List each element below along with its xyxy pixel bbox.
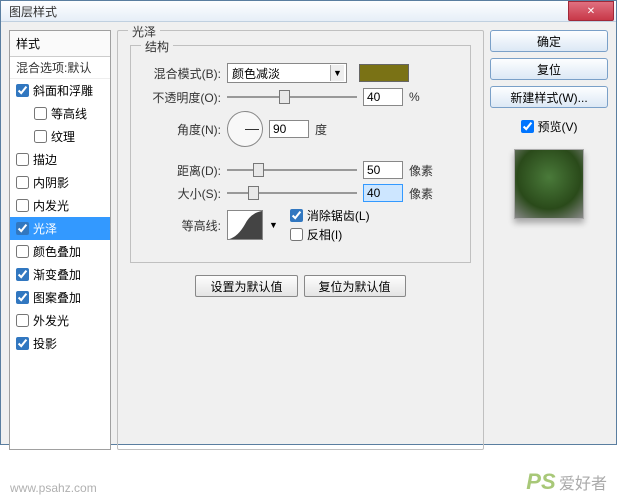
watermark-logo: PS (526, 469, 555, 494)
sidebar-checkbox[interactable] (16, 176, 29, 189)
structure-legend: 结构 (141, 38, 173, 55)
blend-mode-label: 混合模式(B): (141, 65, 221, 82)
sidebar-item-6[interactable]: 光泽 (10, 217, 110, 240)
new-style-button[interactable]: 新建样式(W)... (490, 86, 608, 108)
close-button[interactable]: ✕ (568, 1, 614, 21)
styles-sidebar: 样式 混合选项:默认 斜面和浮雕等高线纹理描边内阴影内发光光泽颜色叠加渐变叠加图… (9, 30, 111, 450)
window-title: 图层样式 (9, 3, 568, 20)
sidebar-checkbox[interactable] (16, 199, 29, 212)
sidebar-blend-options[interactable]: 混合选项:默认 (10, 57, 110, 79)
cancel-button[interactable]: 复位 (490, 58, 608, 80)
sidebar-checkbox[interactable] (34, 107, 47, 120)
opacity-unit: % (409, 90, 420, 104)
size-slider[interactable] (227, 185, 357, 201)
distance-unit: 像素 (409, 162, 433, 179)
contour-label: 等高线: (141, 217, 221, 234)
sidebar-item-label: 内发光 (33, 197, 69, 214)
sidebar-checkbox[interactable] (16, 245, 29, 258)
sidebar-item-label: 纹理 (51, 128, 75, 145)
sidebar-item-11[interactable]: 投影 (10, 332, 110, 355)
opacity-input[interactable] (363, 88, 403, 106)
sidebar-item-label: 内阴影 (33, 174, 69, 191)
sidebar-item-9[interactable]: 图案叠加 (10, 286, 110, 309)
titlebar[interactable]: 图层样式 ✕ (1, 1, 616, 22)
opacity-label: 不透明度(O): (141, 89, 221, 106)
antialias-checkbox[interactable]: 消除锯齿(L) (290, 207, 370, 224)
sidebar-checkbox[interactable] (16, 84, 29, 97)
reset-default-button[interactable]: 复位为默认值 (304, 275, 406, 297)
sidebar-item-0[interactable]: 斜面和浮雕 (10, 79, 110, 102)
blend-mode-combo[interactable]: 颜色减淡 ▼ (227, 63, 347, 83)
sidebar-item-7[interactable]: 颜色叠加 (10, 240, 110, 263)
sidebar-item-label: 光泽 (33, 220, 57, 237)
sidebar-checkbox[interactable] (34, 130, 47, 143)
distance-slider[interactable] (227, 162, 357, 178)
invert-checkbox[interactable]: 反相(I) (290, 226, 370, 243)
opacity-slider[interactable] (227, 89, 357, 105)
sidebar-item-5[interactable]: 内发光 (10, 194, 110, 217)
sidebar-item-label: 等高线 (51, 105, 87, 122)
make-default-button[interactable]: 设置为默认值 (195, 275, 297, 297)
sidebar-item-label: 描边 (33, 151, 57, 168)
sidebar-item-label: 图案叠加 (33, 289, 81, 306)
sidebar-item-label: 颜色叠加 (33, 243, 81, 260)
angle-unit: 度 (315, 121, 327, 138)
contour-arrow-icon[interactable]: ▼ (269, 220, 278, 230)
distance-label: 距离(D): (141, 162, 221, 179)
satin-fieldset: 光泽 结构 混合模式(B): 颜色减淡 ▼ (117, 30, 484, 450)
sidebar-item-label: 斜面和浮雕 (33, 82, 93, 99)
size-input[interactable] (363, 184, 403, 202)
layer-style-dialog: 图层样式 ✕ 样式 混合选项:默认 斜面和浮雕等高线纹理描边内阴影内发光光泽颜色… (0, 0, 617, 445)
structure-fieldset: 结构 混合模式(B): 颜色减淡 ▼ 不透明度(O): (130, 45, 471, 263)
sidebar-checkbox[interactable] (16, 222, 29, 235)
main-panel: 光泽 结构 混合模式(B): 颜色减淡 ▼ (117, 30, 484, 450)
distance-input[interactable] (363, 161, 403, 179)
preview-thumbnail (514, 149, 584, 219)
sidebar-checkbox[interactable] (16, 314, 29, 327)
preview-checkbox[interactable]: 预览(V) (490, 118, 608, 135)
right-column: 确定 复位 新建样式(W)... 预览(V) (490, 30, 608, 450)
angle-label: 角度(N): (141, 121, 221, 138)
sidebar-item-4[interactable]: 内阴影 (10, 171, 110, 194)
angle-dial[interactable] (227, 111, 263, 147)
sidebar-item-3[interactable]: 描边 (10, 148, 110, 171)
sidebar-item-label: 渐变叠加 (33, 266, 81, 283)
sidebar-checkbox[interactable] (16, 337, 29, 350)
dialog-body: 样式 混合选项:默认 斜面和浮雕等高线纹理描边内阴影内发光光泽颜色叠加渐变叠加图… (1, 22, 616, 458)
sidebar-checkbox[interactable] (16, 291, 29, 304)
sidebar-item-label: 外发光 (33, 312, 69, 329)
watermark: www.psahz.com PS 爱好者 (0, 469, 617, 495)
sidebar-item-label: 投影 (33, 335, 57, 352)
sidebar-item-8[interactable]: 渐变叠加 (10, 263, 110, 286)
sidebar-item-10[interactable]: 外发光 (10, 309, 110, 332)
sidebar-header[interactable]: 样式 (10, 31, 110, 57)
size-label: 大小(S): (141, 185, 221, 202)
contour-picker[interactable] (227, 210, 263, 240)
watermark-cn: 爱好者 (559, 476, 607, 493)
blend-mode-value: 颜色减淡 (232, 65, 280, 82)
watermark-url: www.psahz.com (10, 481, 97, 495)
sidebar-item-2[interactable]: 纹理 (10, 125, 110, 148)
sidebar-item-1[interactable]: 等高线 (10, 102, 110, 125)
sidebar-checkbox[interactable] (16, 268, 29, 281)
size-unit: 像素 (409, 185, 433, 202)
color-swatch[interactable] (359, 64, 409, 82)
sidebar-checkbox[interactable] (16, 153, 29, 166)
ok-button[interactable]: 确定 (490, 30, 608, 52)
angle-input[interactable] (269, 120, 309, 138)
chevron-down-icon: ▼ (330, 65, 344, 81)
